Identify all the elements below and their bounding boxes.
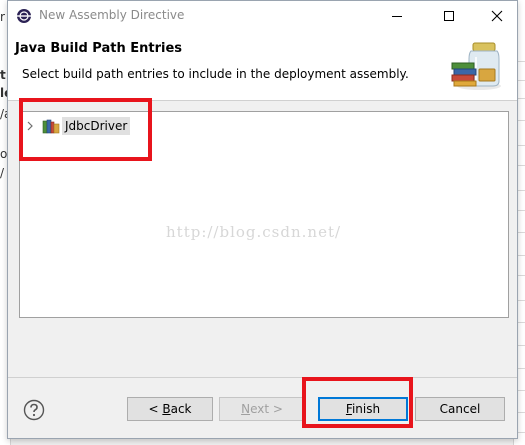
cancel-button-label: Cancel — [439, 402, 481, 416]
minimize-button[interactable] — [377, 1, 417, 31]
tree-item-jdbcdriver[interactable]: JdbcDriver — [24, 116, 131, 136]
wizard-header: Java Build Path Entries Select build pat… — [8, 31, 517, 101]
close-button[interactable] — [477, 1, 517, 31]
maximize-icon — [444, 11, 454, 21]
page-title: Java Build Path Entries — [15, 41, 183, 56]
finish-button-label: Finish — [345, 402, 381, 416]
back-button-label: < Back — [148, 402, 192, 416]
page-description: Select build path entries to include in … — [22, 67, 409, 81]
library-jar-icon — [451, 42, 501, 90]
eclipse-icon — [17, 9, 31, 23]
maximize-button[interactable] — [429, 1, 469, 31]
new-assembly-directive-dialog: New Assembly Directive Java Build Path E… — [7, 0, 518, 439]
cancel-button[interactable]: Cancel — [415, 397, 505, 421]
finish-button[interactable]: Finish — [318, 397, 408, 421]
library-icon — [42, 119, 60, 134]
watermark-text: http://blog.csdn.net/ — [166, 223, 342, 241]
background-text-fragment: / — [0, 166, 5, 180]
background-text-fragment: t — [0, 68, 6, 82]
dialog-title: New Assembly Directive — [39, 8, 185, 22]
minimize-icon — [392, 16, 402, 17]
close-icon — [491, 10, 503, 22]
build-path-entries-tree[interactable]: JdbcDriver http://blog.csdn.net/ — [19, 111, 509, 318]
background-text-fragment: r — [0, 10, 5, 24]
help-icon[interactable] — [23, 399, 45, 421]
back-button[interactable]: < Back — [127, 397, 213, 421]
next-button[interactable]: Next > — [219, 397, 305, 421]
next-button-label: Next > — [241, 402, 283, 416]
title-bar[interactable]: New Assembly Directive — [8, 1, 517, 31]
button-bar-separator — [8, 377, 517, 378]
tree-item-label[interactable]: JdbcDriver — [62, 117, 131, 135]
chevron-right-icon[interactable] — [24, 120, 36, 132]
